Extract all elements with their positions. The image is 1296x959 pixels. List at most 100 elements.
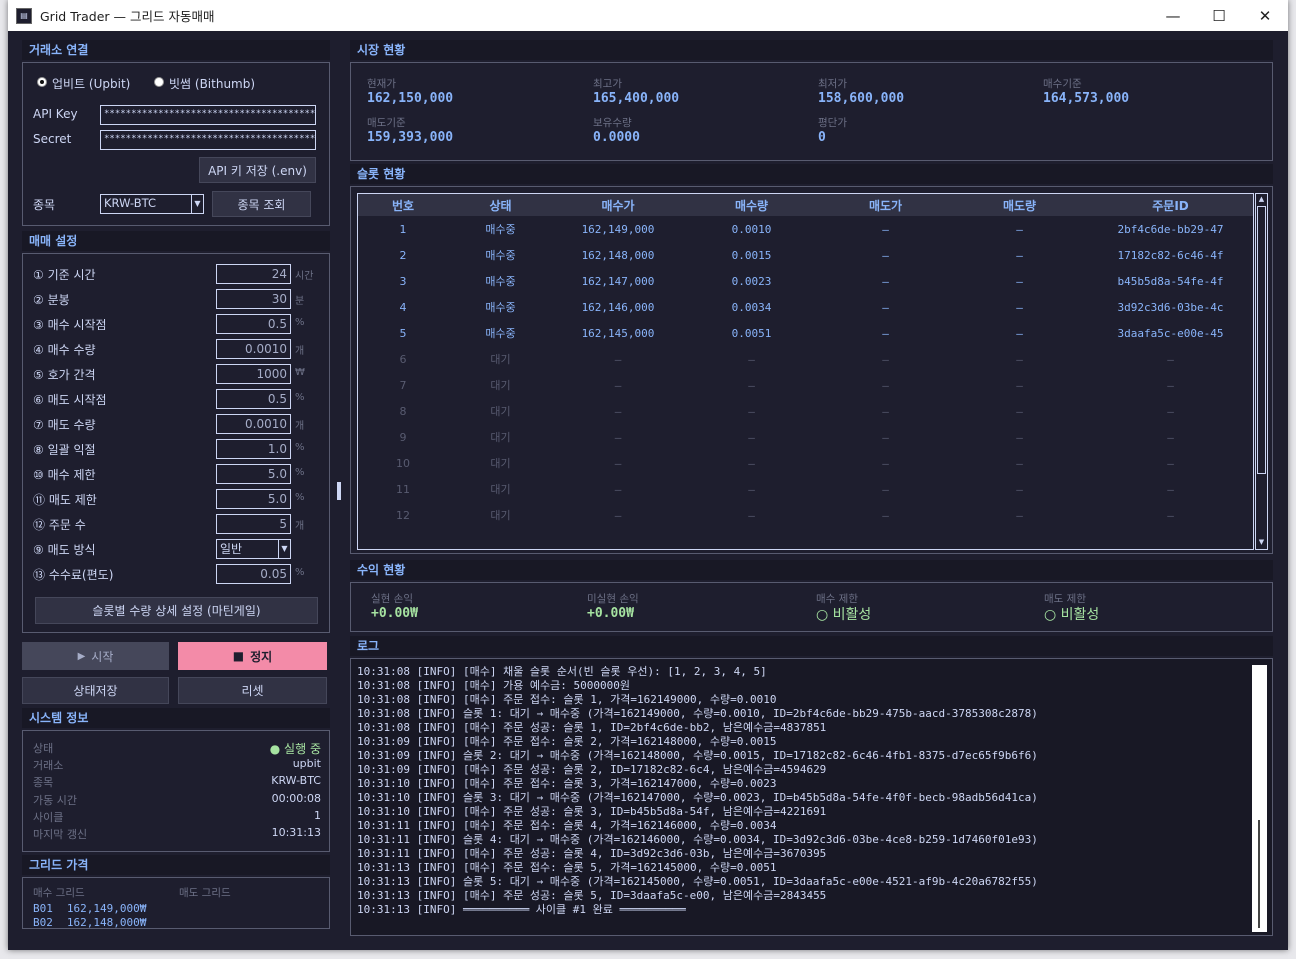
slot-cell: —	[1016, 430, 1023, 444]
slot-row[interactable]: 3 매수중 162,147,000 0.0023 — — b45b5d8a-54fe-4f	[358, 268, 1253, 294]
setting-input[interactable]: 0.5	[216, 314, 291, 334]
market-label: 매도기준	[367, 117, 406, 129]
setting-input[interactable]: 0.5	[216, 389, 291, 409]
log-line: 10:31:08 [INFO] [매수] 가용 예수금: 5000000원	[357, 679, 631, 692]
radio-upbit-label[interactable]: 업비트 (Upbit)	[52, 75, 130, 92]
radio-bithumb[interactable]	[154, 77, 164, 87]
symbol-select-value: KRW-BTC	[104, 196, 156, 210]
sell-mode-select[interactable]: 일반 ▼	[216, 539, 291, 559]
setting-input[interactable]: 1.0	[216, 439, 291, 459]
start-button[interactable]: ▶ 시작	[22, 642, 169, 670]
setting-input[interactable]: 1000	[216, 364, 291, 384]
splitter-handle[interactable]	[337, 482, 341, 500]
setting-label: ⑧ 일괄 익절	[33, 443, 96, 457]
setting-unit: ₩	[295, 367, 305, 378]
log-scrollbar[interactable]	[1252, 665, 1267, 932]
scroll-up-icon[interactable]: ▲	[1257, 195, 1266, 205]
slot-row[interactable]: 12 대기 — — — — —	[358, 502, 1253, 528]
slot-column-header[interactable]: 상태	[448, 194, 553, 216]
slot-row[interactable]: 6 대기 — — — — —	[358, 346, 1253, 372]
slot-cell: —	[882, 456, 889, 470]
setting-unit: %	[295, 492, 305, 503]
slot-scrollbar[interactable]: ▲ ▼	[1255, 193, 1268, 550]
save-state-button[interactable]: 상태저장	[22, 677, 169, 704]
setting-input[interactable]: 5.0	[216, 489, 291, 509]
setting-input[interactable]: 24	[216, 264, 291, 284]
slot-table: 번호 상태 매수가 매수량 매도가 매도량 주문ID 1 매수중 162,149,000 0.00…	[358, 194, 1253, 528]
slot-cell: 매수중	[485, 301, 516, 314]
title-bar: ▤ Grid Trader — 그리드 자동매매 — ☐ ✕	[8, 0, 1288, 31]
setting-input[interactable]: 0.0010	[216, 414, 291, 434]
slot-column-header[interactable]: 매수량	[683, 194, 820, 216]
minimize-icon[interactable]: —	[1150, 0, 1196, 31]
radio-upbit[interactable]	[37, 77, 47, 87]
symbol-lookup-button[interactable]: 종목 조회	[212, 191, 311, 217]
slot-cell: 0.0034	[731, 300, 772, 314]
setting-label: ② 분봉	[33, 293, 70, 307]
slot-column-header[interactable]: 주문ID	[1088, 194, 1253, 216]
setting-input[interactable]: 0.05	[216, 564, 291, 584]
scroll-down-icon[interactable]: ▼	[1257, 538, 1266, 548]
slot-cell: 162,148,000	[581, 248, 655, 262]
secret-field[interactable]: ****************************************…	[100, 130, 316, 150]
slot-column-header[interactable]: 매수가	[553, 194, 683, 216]
setting-unit: %	[295, 567, 305, 578]
window-title: Grid Trader — 그리드 자동매매	[40, 9, 215, 24]
slot-row[interactable]: 11 대기 — — — — —	[358, 476, 1253, 502]
maximize-icon[interactable]: ☐	[1196, 0, 1242, 31]
log-line: 10:31:10 [INFO] 슬롯 3: 대기 → 매수중 (가격=16214…	[357, 791, 1038, 804]
main-window: ▤ Grid Trader — 그리드 자동매매 — ☐ ✕ 거래소 연결 업비…	[8, 0, 1288, 950]
martingale-detail-button[interactable]: 슬롯별 수량 상세 설정 (마틴게일)	[35, 597, 318, 624]
setting-unit: %	[295, 467, 305, 478]
slot-row[interactable]: 7 대기 — — — — —	[358, 372, 1253, 398]
slot-column-header[interactable]: 매도량	[951, 194, 1088, 216]
slot-cell: —	[1167, 482, 1174, 496]
chevron-down-icon[interactable]: ▼	[278, 540, 290, 558]
slot-cell: 2	[399, 248, 407, 262]
slot-cell: —	[614, 430, 622, 444]
stop-button[interactable]: ■ 정지	[178, 642, 327, 670]
slot-column-header[interactable]: 번호	[358, 194, 448, 216]
save-api-key-button[interactable]: API 키 저장 (.env)	[199, 157, 316, 183]
log-line: 10:31:11 [INFO] [매수] 주문 접수: 슬롯 4, 가격=162…	[357, 819, 777, 832]
log-line: 10:31:08 [INFO] [매수] 주문 접수: 슬롯 1, 가격=162…	[357, 693, 777, 706]
slot-cell: —	[882, 378, 889, 392]
setting-label: ③ 매수 시작점	[33, 318, 107, 332]
setting-input[interactable]: 30	[216, 289, 291, 309]
slot-row[interactable]: 10 대기 — — — — —	[358, 450, 1253, 476]
slot-scrollbar-thumb[interactable]	[1257, 206, 1266, 474]
setting-input[interactable]: 5.0	[216, 464, 291, 484]
slot-row[interactable]: 5 매수중 162,145,000 0.0051 — — 3daafa5c-e00e-45	[358, 320, 1253, 346]
reset-button[interactable]: 리셋	[178, 677, 327, 704]
chevron-down-icon[interactable]: ▼	[191, 195, 203, 213]
log-scrollbar-thumb[interactable]	[1258, 820, 1260, 928]
setting-input[interactable]: 5	[216, 514, 291, 534]
slot-row[interactable]: 2 매수중 162,148,000 0.0015 — — 17182c82-6c46-4f	[358, 242, 1253, 268]
api-key-field[interactable]: ****************************************	[100, 105, 316, 125]
slot-column-header[interactable]: 매도가	[820, 194, 951, 216]
system-info-value: 00:00:08	[271, 791, 321, 805]
close-icon[interactable]: ✕	[1242, 0, 1288, 31]
log-line: 10:31:08 [INFO] [매수] 주문 성공: 슬롯 1, ID=2bf…	[357, 721, 827, 734]
system-info-key: 종목	[33, 776, 54, 790]
slot-row[interactable]: 8 대기 — — — — —	[358, 398, 1253, 424]
slot-cell: —	[748, 430, 755, 444]
system-info-value: ● 실행 중	[269, 742, 321, 756]
slot-row[interactable]: 9 대기 — — — — —	[358, 424, 1253, 450]
slot-cell: —	[882, 482, 889, 496]
slot-cell: —	[1167, 508, 1174, 522]
symbol-select[interactable]: KRW-BTC ▼	[100, 194, 204, 214]
slot-row[interactable]: 4 매수중 162,146,000 0.0034 — — 3d92c3d6-03be-4c	[358, 294, 1253, 320]
system-info-value: 10:31:13	[271, 826, 321, 839]
slot-cell: —	[882, 326, 889, 340]
slot-cell: 대기	[490, 379, 511, 392]
slot-cell: —	[748, 508, 755, 522]
log-text[interactable]: 10:31:08 [INFO] [매수] 채울 슬롯 순서(빈 슬롯 우선): …	[357, 665, 1247, 931]
buy-grid-header: 매수 그리드	[33, 887, 85, 899]
slot-cell: —	[882, 352, 889, 366]
log-line: 10:31:08 [INFO] 슬롯 1: 대기 → 매수중 (가격=16214…	[357, 707, 1038, 720]
setting-input[interactable]: 0.0010	[216, 339, 291, 359]
setting-unit: %	[295, 392, 305, 403]
radio-bithumb-label[interactable]: 빗썸 (Bithumb)	[169, 75, 255, 92]
slot-row[interactable]: 1 매수중 162,149,000 0.0010 — — 2bf4c6de-bb29-47	[358, 216, 1253, 242]
